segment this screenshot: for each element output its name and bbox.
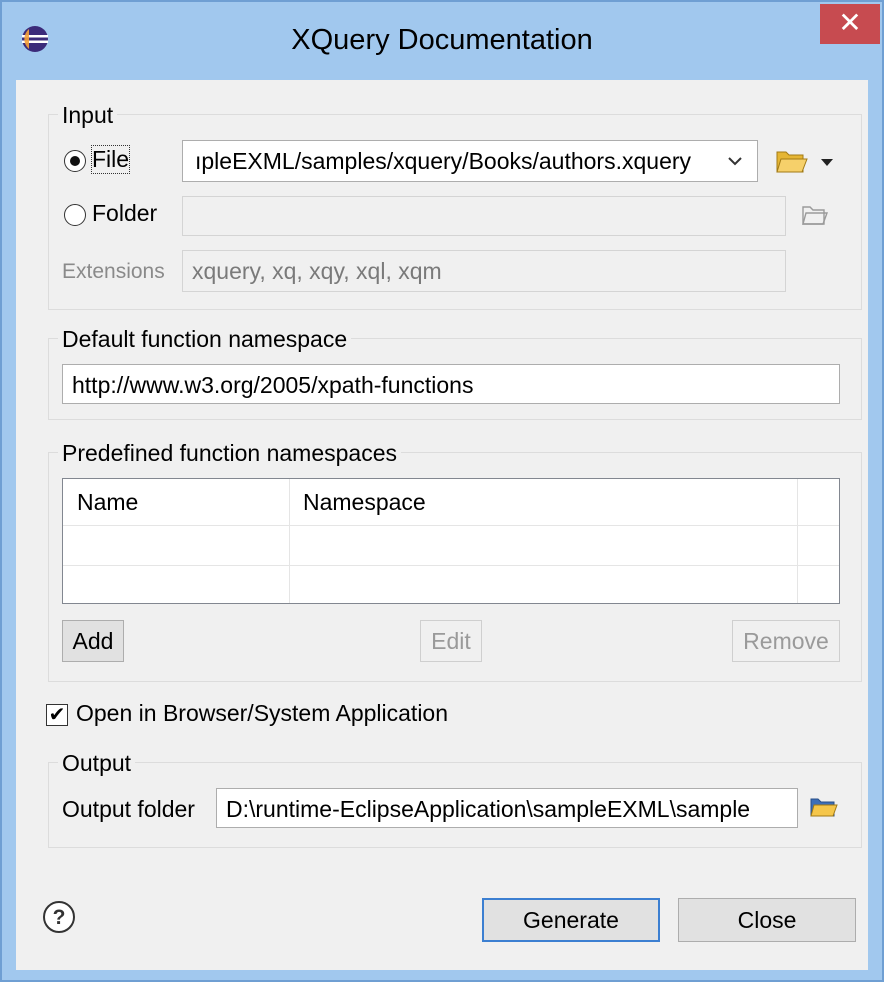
- predefined-namespaces-group-label: Predefined function namespaces: [58, 440, 401, 467]
- open-in-browser-checkbox[interactable]: ✔: [46, 704, 68, 726]
- column-header-namespace[interactable]: Namespace: [289, 479, 797, 525]
- dialog-window: XQuery Documentation ✕ Input File ıpleEX…: [0, 0, 884, 982]
- output-group-label: Output: [58, 750, 136, 777]
- folder-icon[interactable]: [810, 796, 838, 818]
- close-button[interactable]: Close: [678, 898, 856, 942]
- file-path-value: ıpleEXML/samples/xquery/Books/authors.xq…: [195, 148, 692, 174]
- default-namespace-group-label: Default function namespace: [58, 326, 352, 353]
- folder-radio-label[interactable]: Folder: [92, 200, 157, 227]
- file-radio-label[interactable]: File: [90, 145, 131, 174]
- extensions-field[interactable]: xquery, xq, xqy, xql, xqm: [182, 250, 786, 292]
- check-icon: ✔: [48, 704, 66, 726]
- help-icon[interactable]: ?: [42, 900, 76, 934]
- svg-text:?: ?: [53, 906, 66, 929]
- close-window-button[interactable]: ✕: [820, 4, 880, 44]
- default-namespace-field[interactable]: http://www.w3.org/2005/xpath-functions: [62, 364, 840, 404]
- file-path-combo[interactable]: ıpleEXML/samples/xquery/Books/authors.xq…: [182, 140, 758, 182]
- generate-button[interactable]: Generate: [482, 898, 660, 942]
- namespaces-table[interactable]: Name Namespace: [62, 478, 840, 604]
- file-radio[interactable]: [64, 150, 86, 172]
- folder-path-field[interactable]: [182, 196, 786, 236]
- folder-radio[interactable]: [64, 204, 86, 226]
- edit-namespace-button[interactable]: Edit: [420, 620, 482, 662]
- open-in-browser-label[interactable]: Open in Browser/System Application: [76, 700, 448, 727]
- folder-icon[interactable]: [776, 148, 808, 174]
- folder-icon[interactable]: [802, 204, 828, 226]
- table-row[interactable]: [63, 566, 839, 603]
- dropdown-arrow-icon[interactable]: [820, 158, 834, 168]
- remove-namespace-button[interactable]: Remove: [732, 620, 840, 662]
- extensions-label: Extensions: [62, 260, 165, 283]
- title-bar[interactable]: XQuery Documentation ✕: [2, 2, 882, 80]
- chevron-down-icon[interactable]: [726, 154, 744, 168]
- table-row[interactable]: [63, 526, 839, 565]
- column-header-name[interactable]: Name: [63, 479, 289, 525]
- output-folder-field[interactable]: D:\runtime-EclipseApplication\sampleEXML…: [216, 788, 798, 828]
- dialog-content: Input File ıpleEXML/samples/xquery/Books…: [16, 80, 868, 970]
- window-title: XQuery Documentation: [291, 24, 593, 56]
- add-namespace-button[interactable]: Add: [62, 620, 124, 662]
- output-folder-label: Output folder: [62, 796, 195, 822]
- input-group-label: Input: [58, 102, 118, 129]
